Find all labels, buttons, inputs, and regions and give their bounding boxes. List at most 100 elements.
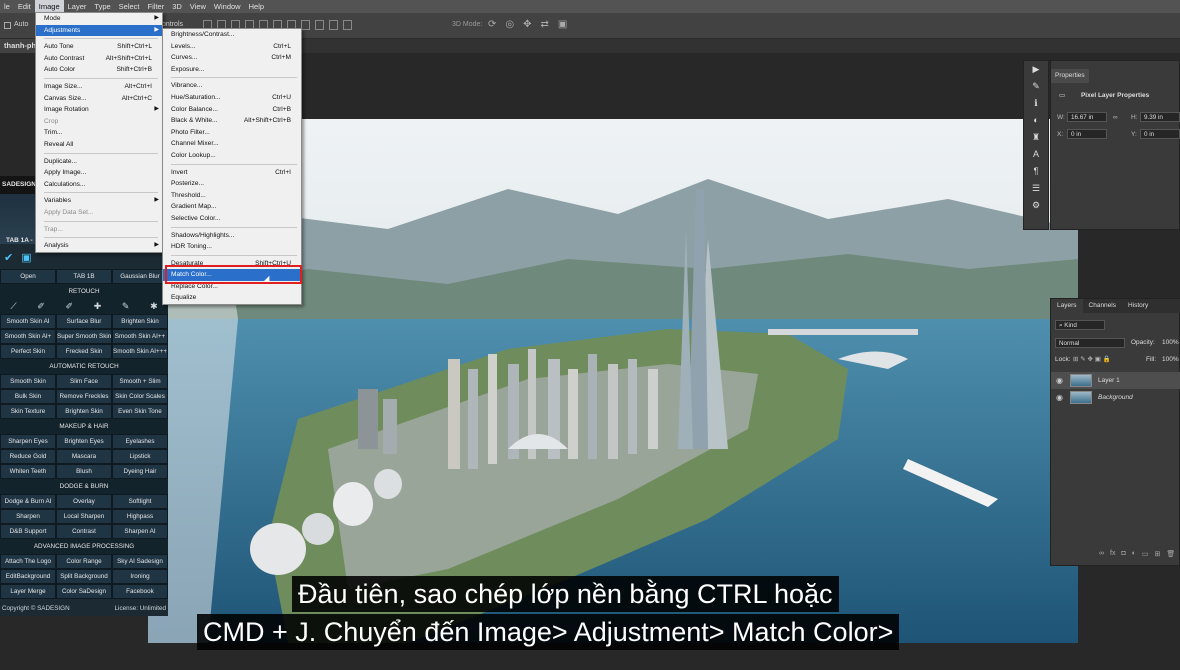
sadesign-btn-reduce-gold[interactable]: Reduce Gold: [0, 449, 56, 464]
mask-icon[interactable]: ◘: [1121, 550, 1125, 558]
adjustment-layer-icon[interactable]: ◐: [1132, 550, 1136, 558]
menu-item-black-white[interactable]: Black & White... Alt+Shift+Ctrl+B: [163, 115, 301, 127]
sadesign-btn-sharpen[interactable]: Sharpen: [0, 509, 56, 524]
trash-icon[interactable]: 🗑: [1166, 550, 1175, 558]
pencil-icon[interactable]: ✎: [122, 301, 130, 312]
distribute-v-icon[interactable]: [315, 20, 324, 30]
layer-row-background[interactable]: ◉ Background: [1051, 389, 1180, 406]
menu-item-levels[interactable]: Levels... Ctrl+L: [163, 41, 301, 53]
menu-item-variables[interactable]: Variables ▶: [36, 195, 162, 207]
sadesign-btn-color-range[interactable]: Color Range: [56, 554, 112, 569]
group-icon[interactable]: ▭: [1142, 550, 1149, 558]
menu-item-analysis[interactable]: Analysis ▶: [36, 240, 162, 252]
sadesign-btn-eyelashes[interactable]: Eyelashes: [112, 434, 168, 449]
sadesign-btn-smooth-skin-ai[interactable]: Smooth Skin AI: [0, 314, 56, 329]
y-field[interactable]: 0 in: [1140, 129, 1180, 139]
sadesign-btn-lipstick[interactable]: Lipstick: [112, 449, 168, 464]
menu-item-shadows-highlights[interactable]: Shadows/Highlights...: [163, 230, 301, 242]
brush-icon[interactable]: ✐: [37, 301, 45, 312]
sadesign-btn-slim-face[interactable]: Slim Face: [56, 374, 112, 389]
kind-filter[interactable]: ⌕ Kind: [1055, 320, 1105, 330]
sadesign-btn-smooth-skin[interactable]: Smooth Skin: [0, 374, 56, 389]
sadesign-btn-super-smooth-skin[interactable]: Super Smooth Skin: [56, 329, 112, 344]
sadesign-btn-sharpen-ai[interactable]: Sharpen AI: [112, 524, 168, 539]
pan-3d-icon[interactable]: ✥: [523, 19, 531, 30]
check-icon[interactable]: ✔: [4, 251, 13, 264]
lock-icons[interactable]: ⊞ ✎ ✥ ▣ 🔒: [1073, 355, 1111, 363]
menu-item-canvas-size[interactable]: Canvas Size... Alt+Ctrl+C: [36, 93, 162, 105]
sadesign-btn-d-b-support[interactable]: D&B Support: [0, 524, 56, 539]
brush-icon[interactable]: ⟋: [10, 301, 16, 312]
stamp-icon[interactable]: ♜: [1024, 129, 1048, 146]
tab-layers[interactable]: Layers: [1051, 299, 1083, 313]
tab-channels[interactable]: Channels: [1083, 299, 1122, 313]
menu-item-auto-color[interactable]: Auto Color Shift+Ctrl+B: [36, 64, 162, 76]
brush-icon[interactable]: ✎: [1024, 78, 1048, 95]
sadesign-btn-sky-ai-sadesign[interactable]: Sky AI Sadesign: [112, 554, 168, 569]
menu-item-calculations[interactable]: Calculations...: [36, 179, 162, 191]
sadesign-btn-dodge-burn-ai[interactable]: Dodge & Burn AI: [0, 494, 56, 509]
sadesign-btn-mascara[interactable]: Mascara: [56, 449, 112, 464]
visibility-eye-icon[interactable]: ◉: [1056, 372, 1063, 389]
save-icon[interactable]: ▣: [21, 251, 31, 264]
sadesign-btn-blush[interactable]: Blush: [56, 464, 112, 479]
menu-item-hue-saturation[interactable]: Hue/Saturation... Ctrl+U: [163, 92, 301, 104]
info-icon[interactable]: ℹ: [1024, 95, 1048, 112]
menu-item-photo-filter[interactable]: Photo Filter...: [163, 127, 301, 139]
sadesign-btn-whiten-teeth[interactable]: Whiten Teeth: [0, 464, 56, 479]
sadesign-btn-smooth-skin-ai[interactable]: Smooth Skin AI+: [0, 329, 56, 344]
type-icon[interactable]: A: [1024, 146, 1048, 163]
sadesign-btn-open[interactable]: Open: [0, 269, 56, 284]
menu-item-hdr-toning[interactable]: HDR Toning...: [163, 241, 301, 253]
menu-window[interactable]: Window: [210, 0, 245, 13]
menu-item-curves[interactable]: Curves... Ctrl+M: [163, 52, 301, 64]
distribute-h-icon[interactable]: [301, 20, 310, 30]
tool-preset-icon[interactable]: ⚙: [1024, 197, 1048, 214]
sadesign-btn-surface-blur[interactable]: Surface Blur: [56, 314, 112, 329]
height-field[interactable]: 9.39 in: [1140, 112, 1180, 122]
menu-help[interactable]: Help: [245, 0, 268, 13]
sadesign-btn-bulk-skin[interactable]: Bulk Skin: [0, 389, 56, 404]
width-field[interactable]: 16.67 in: [1067, 112, 1107, 122]
menu-item-color-balance[interactable]: Color Balance... Ctrl+B: [163, 104, 301, 116]
properties-tab[interactable]: Properties: [1051, 69, 1089, 83]
scale-3d-icon[interactable]: ▣: [558, 19, 567, 30]
sadesign-btn-attach-the-logo[interactable]: Attach The Logo: [0, 554, 56, 569]
slide-3d-icon[interactable]: ⇄: [541, 19, 549, 30]
bandage-icon[interactable]: ✚: [94, 301, 102, 312]
auto-align-icon[interactable]: [343, 20, 352, 30]
sadesign-btn-brighten-skin[interactable]: Brighten Skin: [112, 314, 168, 329]
sadesign-btn-even-skin-tone[interactable]: Even Skin Tone: [112, 404, 168, 419]
menu-item-trim[interactable]: Trim...: [36, 127, 162, 139]
sadesign-btn-dyeing-hair[interactable]: Dyeing Hair: [112, 464, 168, 479]
menu-item-adjustments[interactable]: Adjustments ▶: [36, 24, 162, 37]
menu-item-image-size[interactable]: Image Size... Alt+Ctrl+I: [36, 81, 162, 93]
menu-item-apply-image[interactable]: Apply Image...: [36, 167, 162, 179]
menu-item-reveal-all[interactable]: Reveal All: [36, 139, 162, 151]
new-layer-icon[interactable]: ⊞: [1155, 550, 1161, 558]
menu-3d[interactable]: 3D: [168, 0, 186, 13]
menu-item-auto-tone[interactable]: Auto Tone Shift+Ctrl+L: [36, 41, 162, 53]
sadesign-btn-softlight[interactable]: Softlight: [112, 494, 168, 509]
sadesign-btn-facebook[interactable]: Facebook: [112, 584, 168, 599]
sadesign-btn-sharpen-eyes[interactable]: Sharpen Eyes: [0, 434, 56, 449]
paragraph-icon[interactable]: ¶: [1024, 163, 1048, 180]
sadesign-btn-smooth-slim[interactable]: Smooth + Slim: [112, 374, 168, 389]
menu-item-duplicate[interactable]: Duplicate...: [36, 156, 162, 168]
play-icon[interactable]: ▶: [1024, 61, 1048, 78]
grid-icon[interactable]: ✱: [150, 301, 158, 312]
menu-item-brightness-contrast[interactable]: Brightness/Contrast...: [163, 29, 301, 41]
fill-value[interactable]: 100%: [1162, 356, 1179, 363]
brush-icon[interactable]: ✐: [66, 301, 74, 312]
adjust-icon[interactable]: ◐: [1024, 112, 1048, 129]
sadesign-btn-overlay[interactable]: Overlay: [56, 494, 112, 509]
sadesign-btn-skin-texture[interactable]: Skin Texture: [0, 404, 56, 419]
glyph-icon[interactable]: ☰: [1024, 180, 1048, 197]
sadesign-btn-brighten-eyes[interactable]: Brighten Eyes: [56, 434, 112, 449]
sadesign-btn-brighten-skin[interactable]: Brighten Skin: [56, 404, 112, 419]
menu-item-equalize[interactable]: Equalize: [163, 292, 301, 304]
sadesign-btn-skin-color-scales[interactable]: Skin Color Scales: [112, 389, 168, 404]
link-layers-icon[interactable]: ∞: [1099, 550, 1104, 558]
distribute-spacing-icon[interactable]: [329, 20, 338, 30]
menu-item-posterize[interactable]: Posterize...: [163, 178, 301, 190]
